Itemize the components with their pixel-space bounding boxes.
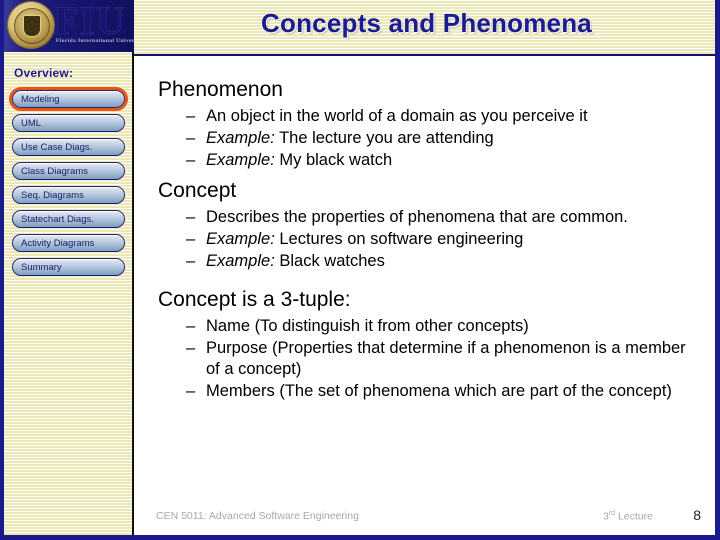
- bullet-item: – Example: Black watches: [158, 251, 699, 272]
- header-band: Concepts and Phenomena: [134, 0, 715, 56]
- bullet-item: – Name (To distinguish it from other conc…: [158, 316, 699, 337]
- fiu-subtitle: Florida International University: [56, 38, 134, 44]
- sidebar-heading: Overview:: [14, 66, 74, 80]
- sidebar-nav-list: Modeling UML Use Case Diags. Class Diagrams…: [9, 87, 128, 282]
- sidebar-item-summary[interactable]: Summary: [12, 258, 125, 276]
- bullet-list: – An object in the world of a domain as y…: [158, 106, 699, 171]
- content-block: Phenomenon – An object in the world of a d…: [158, 76, 699, 171]
- sidebar: Overview: Modeling UML Use Case Diags. Clas…: [4, 52, 134, 535]
- bullet-text: The lecture you are attending: [274, 129, 494, 147]
- bullet-text: Black watches: [274, 252, 385, 270]
- sidebar-item-use-case-diags[interactable]: Use Case Diags.: [12, 138, 125, 156]
- sidebar-item-seq-diagrams[interactable]: Seq. Diagrams: [12, 186, 125, 204]
- block-heading: Phenomenon: [158, 78, 283, 101]
- bullet-item: – Example: The lecture you are attending: [158, 128, 699, 149]
- content-block: Concept – Describes the properties of phen…: [158, 177, 699, 272]
- sidebar-item-label: Statechart Diags.: [21, 214, 94, 225]
- bullet-list: – Name (To distinguish it from other conc…: [158, 316, 699, 402]
- bullet-dash-icon: –: [186, 208, 196, 226]
- bullet-dash-icon: –: [186, 107, 196, 125]
- bullet-text: Name (To distinguish it from other conce…: [206, 317, 529, 335]
- bullet-item: – Example: My black watch: [158, 150, 699, 171]
- sidebar-item-label: Activity Diagrams: [21, 238, 95, 249]
- sidebar-item-label: UML: [21, 118, 42, 129]
- bullet-text: Purpose (Properties that determine if a …: [206, 339, 686, 378]
- bullet-emphasis: Example:: [206, 252, 275, 270]
- bullet-item: – Describes the properties of phenomena t…: [158, 207, 699, 228]
- sidebar-item-label: Class Diagrams: [21, 166, 89, 177]
- slide-root: Concepts and Phenomena FIU Florida Inter…: [0, 0, 720, 540]
- bullet-text: Describes the properties of phenomena th…: [206, 208, 628, 226]
- bullet-dash-icon: –: [186, 339, 196, 357]
- bullet-emphasis: Example:: [206, 129, 275, 147]
- footer-page-number: 8: [693, 507, 701, 523]
- bullet-dash-icon: –: [186, 252, 196, 270]
- sidebar-item-activity-diagrams[interactable]: Activity Diagrams: [12, 234, 125, 252]
- sidebar-item-label: Use Case Diags.: [21, 142, 93, 153]
- footer-course: CEN 5011: Advanced Software Engineering: [156, 510, 359, 522]
- bullet-dash-icon: –: [186, 317, 196, 335]
- bullet-text: Lectures on software engineering: [274, 230, 524, 248]
- slide-content: Phenomenon – An object in the world of a d…: [136, 58, 715, 493]
- sidebar-item-label: Summary: [21, 262, 62, 273]
- sidebar-item-label: Seq. Diagrams: [21, 190, 84, 201]
- sidebar-item-statechart-diags[interactable]: Statechart Diags.: [12, 210, 125, 228]
- block-heading: Concept: [158, 179, 237, 202]
- bullet-item: – Members (The set of phenomena which are…: [158, 381, 699, 402]
- bullet-emphasis: Example:: [206, 151, 275, 169]
- bullet-dash-icon: –: [186, 382, 196, 400]
- bullet-item: – Purpose (Properties that determine if a…: [158, 338, 699, 380]
- bullet-list: – Describes the properties of phenomena t…: [158, 207, 699, 272]
- bullet-item: – Example: Lectures on software engineeri…: [158, 229, 699, 250]
- bullet-dash-icon: –: [186, 151, 196, 169]
- fiu-seal-icon: [8, 2, 54, 48]
- sidebar-item-label: Modeling: [21, 94, 60, 105]
- bullet-item: – An object in the world of a domain as y…: [158, 106, 699, 127]
- sidebar-item-class-diagrams[interactable]: Class Diagrams: [12, 162, 125, 180]
- bullet-text: Members (The set of phenomena which are …: [206, 382, 672, 400]
- sidebar-item-modeling[interactable]: Modeling: [9, 87, 128, 111]
- bullet-dash-icon: –: [186, 230, 196, 248]
- bullet-text: An object in the world of a domain as yo…: [206, 107, 588, 125]
- footer-lecture: 3rd Lecture: [603, 510, 653, 523]
- bullet-dash-icon: –: [186, 129, 196, 147]
- block-heading: Concept is a 3-tuple:: [158, 288, 351, 311]
- footer-lecture-word: Lecture: [615, 510, 653, 523]
- bullet-text: My black watch: [274, 151, 393, 169]
- page-title: Concepts and Phenomena: [261, 8, 592, 38]
- fiu-logo: FIU Florida International University: [4, 0, 134, 52]
- bullet-emphasis: Example:: [206, 230, 275, 248]
- content-block: Concept is a 3-tuple: – Name (To distingui…: [158, 286, 699, 402]
- slide-footer: CEN 5011: Advanced Software Engineering …: [136, 507, 705, 529]
- sidebar-item-uml[interactable]: UML: [12, 114, 125, 132]
